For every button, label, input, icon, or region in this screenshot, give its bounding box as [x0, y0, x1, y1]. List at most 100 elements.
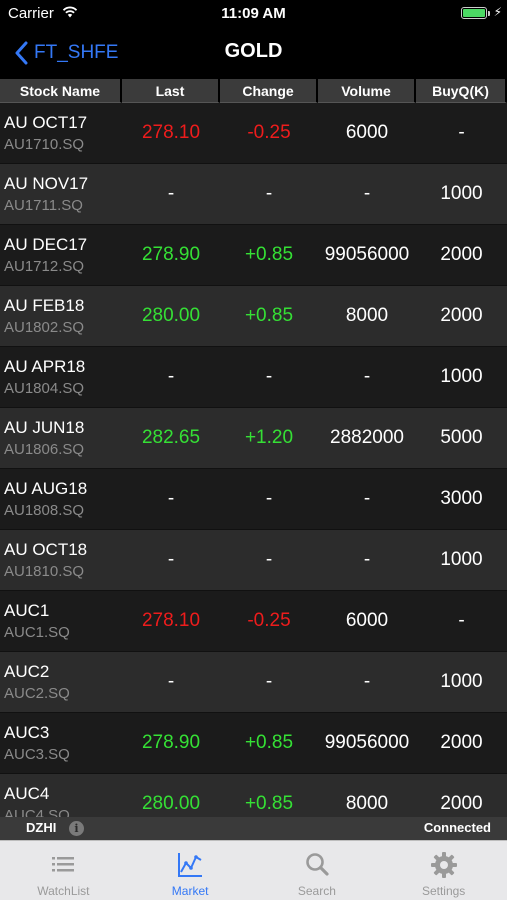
volume: -	[363, 488, 371, 509]
volume: -	[363, 549, 371, 570]
stock-code: AU1808.SQ	[4, 502, 85, 519]
last-price: 278.90	[141, 732, 201, 753]
column-header-last[interactable]: Last	[122, 79, 220, 103]
table-row[interactable]: AU OCT18 AU1810.SQ - - - 1000	[0, 530, 507, 591]
table-row[interactable]: AU FEB18 AU1802.SQ 280.00 +0.85 8000 2000	[0, 286, 507, 347]
stock-name: AU APR18	[4, 357, 86, 376]
stock-name-cell: AUC2 AUC2.SQ	[0, 652, 122, 712]
stock-name: AU FEB18	[4, 296, 85, 315]
price-change: -0.25	[247, 610, 291, 631]
tab-search[interactable]: Search	[254, 841, 381, 900]
stock-name: AU AUG18	[4, 479, 88, 498]
tab-watchlist[interactable]: WatchList	[0, 841, 127, 900]
connection-status: Connected	[423, 820, 491, 835]
tab-settings[interactable]: Settings	[380, 841, 507, 900]
table-row[interactable]: AU AUG18 AU1808.SQ - - - 3000	[0, 469, 507, 530]
connection-status-bar: DZHI i Connected	[0, 817, 507, 840]
battery-cap	[488, 11, 490, 16]
table-row[interactable]: AU OCT17 AU1710.SQ 278.10 -0.25 6000 -	[0, 103, 507, 164]
table-row[interactable]: AUC2 AUC2.SQ - - - 1000	[0, 652, 507, 713]
stock-name: AU OCT17	[4, 113, 88, 132]
tab-bar: WatchList Market Search Settings	[0, 840, 507, 900]
stock-name-cell: AU AUG18 AU1808.SQ	[0, 469, 122, 529]
stock-name: AUC3	[4, 723, 50, 742]
buy-quantity: 1000	[440, 671, 483, 692]
stock-name: AU NOV17	[4, 174, 89, 193]
last-price: 280.00	[141, 793, 201, 814]
table-row[interactable]: AU JUN18 AU1806.SQ 282.65 +1.20 2882000 5000	[0, 408, 507, 469]
price-change: +1.20	[244, 427, 294, 448]
list-icon	[52, 857, 75, 872]
last-price: 282.65	[141, 427, 201, 448]
stock-name: AU JUN18	[4, 418, 85, 437]
stock-code: AU1712.SQ	[4, 258, 85, 275]
stock-name-cell: AU DEC17 AU1712.SQ	[0, 225, 122, 285]
stock-name-cell: AU JUN18 AU1806.SQ	[0, 408, 122, 468]
column-header-volume[interactable]: Volume	[318, 79, 416, 103]
buy-quantity: 1000	[440, 183, 483, 204]
stock-code: AUC2.SQ	[4, 685, 70, 702]
buy-quantity: 1000	[440, 549, 483, 570]
data-source-label: DZHI	[26, 820, 57, 835]
stock-name-cell: AUC3 AUC3.SQ	[0, 713, 122, 773]
table-row[interactable]: AU APR18 AU1804.SQ - - - 1000	[0, 347, 507, 408]
stock-code: AU1802.SQ	[4, 319, 85, 336]
stock-name-cell: AU NOV17 AU1711.SQ	[0, 164, 122, 224]
stock-name: AUC1	[4, 601, 50, 620]
stock-name: AUC4	[4, 784, 50, 803]
stock-name: AU OCT18	[4, 540, 88, 559]
buy-quantity: 3000	[440, 488, 483, 509]
price-change: -	[265, 549, 273, 570]
buy-quantity: -	[458, 610, 465, 631]
price-change: +0.85	[244, 732, 294, 753]
last-price: 278.10	[141, 122, 201, 143]
buy-quantity: -	[458, 122, 465, 143]
buy-quantity: 2000	[440, 793, 483, 814]
quote-table[interactable]: AU OCT17 AU1710.SQ 278.10 -0.25 6000 - AU NOV1…	[0, 103, 507, 817]
table-row[interactable]: AUC4 AUC4.SQ 280.00 +0.85 8000 2000	[0, 774, 507, 817]
stock-code: AU1710.SQ	[4, 136, 85, 153]
page-title: GOLD	[224, 40, 283, 62]
stock-name-cell: AU FEB18 AU1802.SQ	[0, 286, 122, 346]
column-header-stock-name[interactable]: Stock Name	[0, 79, 122, 103]
stock-code: AUC4.SQ	[4, 807, 70, 817]
stock-name-cell: AU OCT18 AU1810.SQ	[0, 530, 122, 590]
navigation-bar: FT_SHFE GOLD	[0, 28, 507, 78]
price-change: -	[265, 671, 273, 692]
column-header-change[interactable]: Change	[220, 79, 318, 103]
table-row[interactable]: AUC3 AUC3.SQ 278.90 +0.85 99056000 2000	[0, 713, 507, 774]
volume: 2882000	[330, 427, 404, 448]
tab-label-search: Search	[297, 884, 336, 898]
stock-code: AUC3.SQ	[4, 746, 70, 763]
volume: 6000	[345, 122, 389, 143]
last-price: -	[167, 488, 175, 509]
last-price: -	[167, 366, 175, 387]
stock-name-cell: AU OCT17 AU1710.SQ	[0, 103, 122, 163]
clock: 11:09 AM	[221, 5, 286, 22]
table-row[interactable]: AUC1 AUC1.SQ 278.10 -0.25 6000 -	[0, 591, 507, 652]
last-price: 280.00	[141, 305, 201, 326]
stock-code: AU1804.SQ	[4, 380, 85, 397]
volume: 8000	[345, 793, 389, 814]
last-price: 278.10	[141, 610, 201, 631]
table-row[interactable]: AU NOV17 AU1711.SQ - - - 1000	[0, 164, 507, 225]
table-row[interactable]: AU DEC17 AU1712.SQ 278.90 +0.85 99056000 2000	[0, 225, 507, 286]
chart-icon	[178, 853, 203, 877]
price-change: -	[265, 488, 273, 509]
search-icon	[306, 853, 329, 876]
column-header-buyq[interactable]: BuyQ(K)	[416, 79, 507, 103]
tab-label-watchlist: WatchList	[37, 884, 90, 898]
buy-quantity: 1000	[440, 366, 483, 387]
last-price: -	[167, 183, 175, 204]
volume: -	[363, 183, 371, 204]
status-bar: Carrier 11:09 AM ⚡	[0, 0, 507, 28]
stock-name: AU DEC17	[4, 235, 88, 254]
stock-name-cell: AUC1 AUC1.SQ	[0, 591, 122, 651]
tab-label-market: Market	[171, 884, 209, 898]
tab-market[interactable]: Market	[127, 841, 254, 900]
volume: -	[363, 671, 371, 692]
info-icon[interactable]: i	[69, 821, 84, 836]
stock-code: AU1806.SQ	[4, 441, 85, 458]
stock-name-cell: AUC4 AUC4.SQ	[0, 774, 122, 817]
stock-name-cell: AU APR18 AU1804.SQ	[0, 347, 122, 407]
